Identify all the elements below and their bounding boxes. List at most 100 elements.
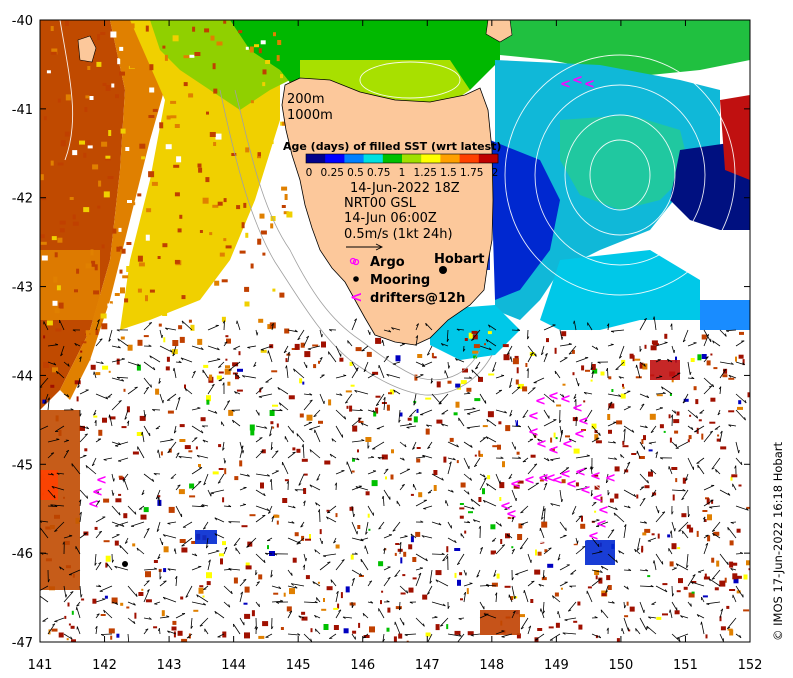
- sst-block: [195, 530, 217, 544]
- sst-pixel: [466, 387, 472, 392]
- lon-tick-label: 143: [157, 658, 182, 673]
- sst-pixel: [188, 319, 192, 323]
- sst-pixel: [64, 131, 70, 137]
- sst-pixel: [629, 606, 635, 612]
- sst-pixel: [107, 176, 114, 180]
- sst-pixel: [55, 328, 62, 332]
- sst-pixel: [634, 358, 641, 361]
- sst-pixel: [103, 191, 110, 198]
- sst-pixel: [92, 164, 99, 170]
- sst-pixel: [678, 578, 683, 584]
- sst-pixel: [132, 451, 139, 455]
- sst-pixel: [120, 602, 124, 606]
- sst-pixel: [258, 152, 261, 157]
- sst-pixel: [457, 579, 461, 586]
- sst-pixel: [447, 380, 452, 384]
- sst-pixel: [212, 204, 219, 208]
- sst-pixel: [197, 338, 203, 345]
- sst-pixel: [674, 610, 680, 615]
- sst-pixel: [121, 426, 127, 429]
- sst-pixel: [270, 223, 274, 229]
- sst-pixel: [656, 616, 662, 620]
- sst-pixel: [166, 356, 170, 362]
- sst-pixel: [124, 298, 129, 303]
- sst-pixel: [572, 372, 575, 376]
- sst-pixel: [388, 392, 392, 395]
- sst-pixel: [690, 358, 695, 362]
- sst-pixel: [279, 292, 285, 298]
- sst-pixel: [145, 295, 148, 302]
- sst-pixel: [222, 541, 226, 546]
- sst-pixel: [118, 493, 122, 496]
- sst-pixel: [220, 558, 223, 565]
- sst-pixel: [431, 352, 434, 358]
- sst-pixel: [250, 100, 254, 104]
- sst-pixel: [662, 583, 668, 586]
- sst-pixel: [505, 425, 511, 432]
- sst-pixel: [274, 174, 278, 180]
- sst-pixel: [642, 532, 647, 536]
- sst-pixel: [86, 356, 91, 361]
- sst-pixel: [662, 613, 668, 616]
- sst-pixel: [607, 414, 611, 420]
- sst-pixel: [601, 593, 607, 597]
- sst-pixel: [198, 167, 203, 173]
- current-vector-head: [699, 412, 703, 414]
- sst-pixel: [195, 86, 199, 91]
- sst-pixel: [118, 475, 123, 478]
- sst-pixel: [497, 444, 501, 450]
- current-vector-head: [115, 445, 119, 447]
- sst-pixel: [257, 238, 262, 245]
- sst-pixel: [530, 454, 536, 458]
- sst-pixel: [402, 574, 406, 577]
- sst-pixel: [412, 557, 417, 562]
- colorbar-segment: [306, 154, 326, 163]
- sst-pixel: [90, 249, 94, 256]
- sst-pixel: [595, 440, 602, 444]
- colorbar-tick-label: 1: [399, 167, 406, 179]
- sst-pixel: [270, 141, 274, 144]
- sst-pixel: [606, 575, 611, 581]
- drifter-position: <: [574, 427, 585, 442]
- sst-pixel: [455, 383, 461, 388]
- sst-pixel: [726, 605, 730, 609]
- sst-pixel: [212, 63, 216, 70]
- sst-pixel: [85, 95, 90, 99]
- current-vector-head: [75, 607, 78, 611]
- sst-pixel: [122, 194, 129, 199]
- sst-pixel: [398, 633, 403, 639]
- sst-pixel: [292, 557, 297, 563]
- sst-pixel: [214, 117, 220, 124]
- sst-pixel: [163, 546, 169, 553]
- sst-pixel: [102, 365, 109, 370]
- sst-pixel: [137, 339, 143, 346]
- sst-pixel: [607, 585, 612, 590]
- sst-pixel: [285, 358, 288, 363]
- lon-tick-label: 146: [350, 658, 375, 673]
- sst-pixel: [416, 408, 419, 413]
- sst-pixel: [46, 70, 51, 74]
- sst-pixel: [656, 394, 663, 397]
- sst-pixel: [244, 632, 250, 639]
- sst-pixel: [89, 96, 94, 100]
- sst-pixel: [119, 46, 124, 51]
- colorbar-segment: [459, 154, 480, 163]
- sst-pixel: [245, 232, 249, 238]
- sst-pixel: [408, 587, 414, 593]
- sst-pixel: [433, 485, 437, 491]
- sst-pixel: [162, 45, 166, 49]
- drifter-position: <: [545, 471, 556, 486]
- sst-pixel: [672, 494, 675, 501]
- sst-pixel: [736, 528, 741, 533]
- sst-pixel: [626, 601, 629, 606]
- sst-pixel: [145, 599, 152, 603]
- sst-pixel: [739, 331, 744, 335]
- legend-mooring-label: Mooring: [370, 273, 430, 288]
- sst-pixel: [689, 414, 692, 417]
- sst-pixel: [608, 376, 612, 380]
- sst-pixel: [225, 335, 229, 338]
- sst-pixel: [385, 476, 387, 480]
- current-vector-head: [139, 508, 143, 510]
- current-vector: [101, 633, 113, 635]
- sst-pixel: [436, 419, 443, 424]
